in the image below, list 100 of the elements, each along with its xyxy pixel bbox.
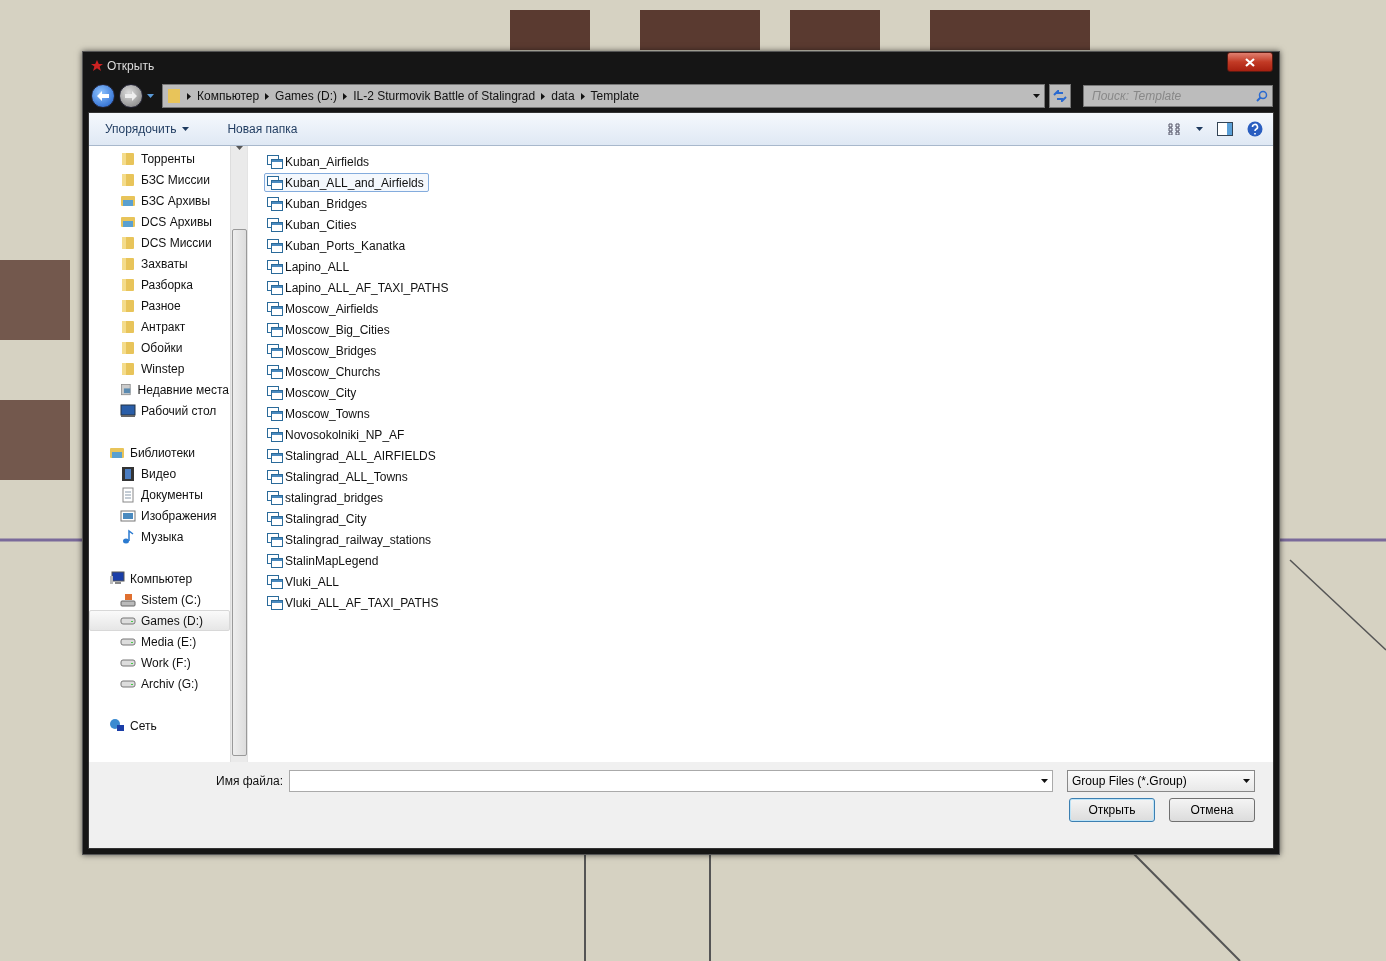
navigation-item[interactable]: Изображения bbox=[89, 505, 230, 526]
navigation-item[interactable]: Компьютер bbox=[89, 568, 230, 589]
file-item[interactable]: Kuban_ALL_and_Airfields bbox=[264, 173, 429, 192]
toolbar-button[interactable]: Упорядочить bbox=[101, 120, 194, 138]
navigation-item[interactable]: БЗС Миссии bbox=[89, 169, 230, 190]
breadcrumb[interactable]: Games (D:) bbox=[275, 89, 338, 103]
open-button[interactable]: Открыть bbox=[1069, 798, 1155, 822]
navigation-item[interactable]: Winstep bbox=[89, 358, 230, 379]
scrollbar[interactable] bbox=[230, 146, 247, 762]
refresh-button[interactable] bbox=[1049, 84, 1071, 108]
file-item[interactable]: Novosokolniki_NP_AF bbox=[264, 425, 410, 444]
view-options-icon[interactable] bbox=[1168, 123, 1182, 135]
navigation-item[interactable]: Обойки bbox=[89, 337, 230, 358]
file-item[interactable]: Stalingrad_ALL_Towns bbox=[264, 467, 413, 486]
navigation-item[interactable]: Work (F:) bbox=[89, 652, 230, 673]
file-item[interactable]: Moscow_Airfields bbox=[264, 299, 384, 318]
help-icon[interactable] bbox=[1247, 121, 1263, 137]
file-item[interactable]: Kuban_Airfields bbox=[264, 152, 375, 171]
file-item[interactable]: Stalingrad_railway_stations bbox=[264, 530, 437, 549]
file-name: Lapino_ALL bbox=[285, 259, 350, 274]
navigation-item[interactable]: Media (E:) bbox=[89, 631, 230, 652]
navigation-label: БЗС Миссии bbox=[141, 172, 210, 187]
forward-button[interactable] bbox=[119, 84, 143, 108]
navigation-item[interactable]: Торренты bbox=[89, 148, 230, 169]
navigation-item[interactable]: Sistem (C:) bbox=[89, 589, 230, 610]
navigation-item[interactable]: Документы bbox=[89, 484, 230, 505]
computer-icon bbox=[109, 570, 125, 587]
file-item[interactable]: Stalingrad_ALL_AIRFIELDS bbox=[264, 446, 441, 465]
file-item[interactable]: Kuban_Bridges bbox=[264, 194, 373, 213]
file-name: Moscow_Airfields bbox=[285, 301, 379, 316]
navigation-item[interactable]: DCS Архивы bbox=[89, 211, 230, 232]
navigation-item[interactable]: Разборка bbox=[89, 274, 230, 295]
navigation-item[interactable]: Рабочий стол bbox=[89, 400, 230, 421]
file-item[interactable]: Vluki_ALL bbox=[264, 572, 345, 591]
file-item[interactable]: stalingrad_bridges bbox=[264, 488, 389, 507]
navigation-label: Музыка bbox=[141, 529, 184, 544]
file-type-dropdown[interactable]: Group Files (*.Group) bbox=[1067, 770, 1255, 792]
file-item[interactable]: Moscow_Big_Cities bbox=[264, 320, 395, 339]
file-item[interactable]: Kuban_Cities bbox=[264, 215, 362, 234]
file-item[interactable]: Moscow_Bridges bbox=[264, 341, 382, 360]
caret-icon bbox=[182, 127, 190, 131]
navigation-label: Work (F:) bbox=[141, 655, 191, 670]
file-item[interactable]: Moscow_Towns bbox=[264, 404, 375, 423]
file-name: Moscow_Churchs bbox=[285, 364, 381, 379]
close-icon bbox=[1245, 57, 1255, 67]
navigation-label: Захваты bbox=[141, 256, 188, 271]
file-item[interactable]: Moscow_City bbox=[264, 383, 362, 402]
cancel-button[interactable]: Отмена bbox=[1169, 798, 1255, 822]
navigation-label: Archiv (G:) bbox=[141, 676, 199, 691]
navigation-item[interactable]: Сеть bbox=[89, 715, 230, 736]
film-icon bbox=[120, 465, 136, 482]
navigation-item[interactable]: БЗС Архивы bbox=[89, 190, 230, 211]
file-name: Stalingrad_ALL_AIRFIELDS bbox=[285, 448, 436, 463]
file-item[interactable]: Lapino_ALL bbox=[264, 257, 355, 276]
caret-icon bbox=[1041, 779, 1048, 783]
breadcrumb[interactable]: Template bbox=[590, 89, 640, 103]
file-icon bbox=[267, 574, 283, 589]
right-arrow-icon bbox=[124, 90, 138, 102]
navigation-item[interactable]: Видео bbox=[89, 463, 230, 484]
preview-pane-icon[interactable] bbox=[1217, 122, 1233, 136]
navigation-label: DCS Миссии bbox=[141, 235, 212, 250]
navigation-item[interactable]: Библиотеки bbox=[89, 442, 230, 463]
folder-icon bbox=[120, 276, 136, 293]
navigation-item[interactable]: Захваты bbox=[89, 253, 230, 274]
navigation-item[interactable]: DCS Миссии bbox=[89, 232, 230, 253]
file-item[interactable]: Vluki_ALL_AF_TAXI_PATHS bbox=[264, 593, 444, 612]
file-item[interactable]: StalinMapLegend bbox=[264, 551, 384, 570]
drive-icon bbox=[120, 637, 136, 646]
file-icon bbox=[267, 343, 283, 358]
toolbar-button[interactable]: Новая папка bbox=[223, 120, 302, 138]
address-bar[interactable]: Компьютер Games (D:) IL-2 Sturmovik Battle of Stalingrad data Template bbox=[162, 84, 1045, 108]
breadcrumb[interactable]: Компьютер bbox=[197, 89, 260, 103]
file-item[interactable]: Lapino_ALL_AF_TAXI_PATHS bbox=[264, 278, 454, 297]
file-item[interactable]: Stalingrad_City bbox=[264, 509, 372, 528]
navigation-item[interactable]: Музыка bbox=[89, 526, 230, 547]
navigation-item[interactable]: Недавние места bbox=[89, 379, 230, 400]
file-name: StalinMapLegend bbox=[285, 553, 379, 568]
folder-icon bbox=[120, 297, 136, 314]
file-icon bbox=[267, 196, 283, 211]
breadcrumb[interactable]: IL-2 Sturmovik Battle of Stalingrad bbox=[353, 89, 536, 103]
navigation-label: DCS Архивы bbox=[141, 214, 212, 229]
file-name: Kuban_Bridges bbox=[285, 196, 368, 211]
navigation-item[interactable]: Games (D:) bbox=[89, 610, 230, 631]
navigation-item[interactable]: Антракт bbox=[89, 316, 230, 337]
file-item[interactable]: Kuban_Ports_Kanatka bbox=[264, 236, 411, 255]
back-button[interactable] bbox=[91, 84, 115, 108]
close-button[interactable] bbox=[1227, 52, 1273, 72]
file-icon bbox=[267, 553, 283, 568]
navigation-item[interactable]: Разное bbox=[89, 295, 230, 316]
navigation-item[interactable]: Archiv (G:) bbox=[89, 673, 230, 694]
file-icon bbox=[267, 217, 283, 232]
caret-icon bbox=[1243, 779, 1250, 783]
navigation-label: Сеть bbox=[130, 718, 157, 733]
filename-field[interactable] bbox=[289, 770, 1053, 792]
file-name: Lapino_ALL_AF_TAXI_PATHS bbox=[285, 280, 449, 295]
file-icon bbox=[267, 427, 283, 442]
file-name: Stalingrad_ALL_Towns bbox=[285, 469, 408, 484]
breadcrumb[interactable]: data bbox=[551, 89, 575, 103]
navigation-label: Разборка bbox=[141, 277, 193, 292]
file-item[interactable]: Moscow_Churchs bbox=[264, 362, 386, 381]
